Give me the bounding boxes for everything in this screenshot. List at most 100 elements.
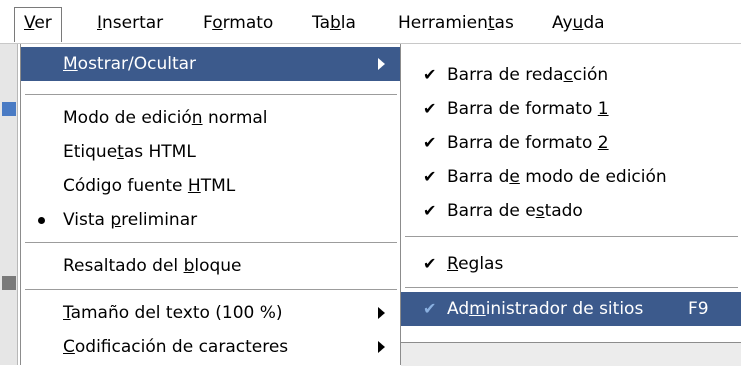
submenu-item-label: Barra de formato 1 xyxy=(447,92,609,126)
label-mnemonic: m xyxy=(469,299,486,319)
menu-ayuda[interactable]: Ayuda xyxy=(543,8,614,38)
label-mnemonic: p xyxy=(110,210,122,230)
check-icon: ✔ xyxy=(423,133,437,152)
menu-item-codificacion-caracteres[interactable]: Codificación de caracteres xyxy=(21,330,401,364)
menu-item-label: Modo de edición normal xyxy=(63,101,268,135)
menu-item-vista-preliminar[interactable]: Vista preliminar xyxy=(21,203,401,237)
label-pre: Barra de reda xyxy=(447,65,564,85)
menu-item-label: Código fuente HTML xyxy=(63,169,235,203)
menu-separator xyxy=(405,236,738,238)
menu-ayuda-post: da xyxy=(583,13,605,33)
label-post: tado xyxy=(544,201,583,221)
label-mnemonic: n xyxy=(191,108,203,128)
submenu-item-barra-formato-1[interactable]: ✔ Barra de formato 1 xyxy=(401,92,741,126)
label-pre: Ad xyxy=(447,299,470,319)
submenu-bottom-edge xyxy=(401,342,741,366)
label-post: ción xyxy=(572,65,609,85)
label-mnemonic: 1 xyxy=(597,99,609,119)
view-menu: Mostrar/Ocultar Modo de edición normal E… xyxy=(20,44,402,365)
label-post: reliminar xyxy=(121,210,198,230)
menu-tabla-mnemonic: b xyxy=(330,13,341,33)
menu-tabla-post: la xyxy=(340,13,356,33)
menu-herramientas-mnemonic: t xyxy=(487,13,495,33)
menu-item-label: Codificación de caracteres xyxy=(63,330,288,364)
shortcut-label: F9 xyxy=(688,299,709,319)
label-mnemonic: s xyxy=(535,201,545,221)
label-mnemonic: H xyxy=(187,176,201,196)
chevron-right-icon xyxy=(378,307,385,319)
label-post: inistrador de sitios xyxy=(485,299,644,319)
label-post: amaño del texto (100 %) xyxy=(70,303,283,323)
menu-item-label: Resaltado del bloque xyxy=(63,249,242,283)
label-mnemonic: t xyxy=(117,142,124,162)
label-post: eglas xyxy=(458,254,504,274)
label-pre: Barra d xyxy=(447,167,510,187)
menu-herramientas[interactable]: Herramientas xyxy=(389,8,523,38)
doc-fragment xyxy=(2,102,16,116)
submenu-item-label: Barra de redacción xyxy=(447,58,608,92)
menu-item-etiquetas-html[interactable]: Etiquetas HTML xyxy=(21,135,401,169)
menu-ver[interactable]: Ver xyxy=(14,7,62,42)
menu-insertar[interactable]: Insertar xyxy=(88,8,172,38)
submenu-item-barra-estado[interactable]: ✔ Barra de estado xyxy=(401,194,741,228)
menu-tabla-pre: Ta xyxy=(312,13,330,33)
label-post: normal xyxy=(202,108,268,128)
menu-item-tamano-texto[interactable]: Tamaño del texto (100 %) xyxy=(21,296,401,330)
menu-herramientas-post: as xyxy=(494,13,514,33)
submenu-item-reglas[interactable]: ✔ Reglas xyxy=(401,247,741,281)
submenu-item-label: Barra de estado xyxy=(447,194,583,228)
submenu-item-barra-formato-2[interactable]: ✔ Barra de formato 2 xyxy=(401,126,741,160)
label-pre: Código fuente xyxy=(63,176,188,196)
menu-item-codigo-fuente-html[interactable]: Código fuente HTML xyxy=(21,169,401,203)
check-icon: ✔ xyxy=(423,254,437,273)
submenu-item-administrador-sitios[interactable]: ✔ Administrador de sitios F9 xyxy=(401,292,741,326)
menu-item-modo-edicion-normal[interactable]: Modo de edición normal xyxy=(21,101,401,135)
label-pre: Modo de edició xyxy=(63,108,192,128)
label-post: as HTML xyxy=(123,142,196,162)
label-mnemonic: 2 xyxy=(597,133,609,153)
check-icon: ✔ xyxy=(423,99,437,118)
menu-item-resaltado-bloque[interactable]: Resaltado del bloque xyxy=(21,249,401,283)
label-pre: Vista xyxy=(63,210,111,230)
menu-formato-mnemonic: o xyxy=(212,13,223,33)
menu-herramientas-pre: Herramien xyxy=(398,13,488,33)
label-pre: Barra de formato xyxy=(447,99,598,119)
label-post: loque xyxy=(194,256,242,276)
chevron-right-icon xyxy=(378,341,385,353)
menu-formato-pre: F xyxy=(203,13,213,33)
label-pre: Etique xyxy=(63,142,118,162)
submenu-item-label: Barra de modo de edición xyxy=(447,160,667,194)
menu-ver-mnemonic: V xyxy=(24,13,35,33)
document-edge xyxy=(0,44,18,365)
label-pre: Barra de formato xyxy=(447,133,598,153)
menu-separator xyxy=(25,242,397,244)
label-pre: Resaltado del xyxy=(63,256,184,276)
doc-fragment xyxy=(2,276,16,290)
submenu-item-label: Reglas xyxy=(447,247,503,281)
menu-tabla[interactable]: Tabla xyxy=(303,8,365,38)
menu-item-label: Etiquetas HTML xyxy=(63,135,196,169)
menu-ver-post: er xyxy=(34,13,52,33)
label-mnemonic: T xyxy=(63,303,71,323)
submenu-item-label: Barra de formato 2 xyxy=(447,126,609,160)
menu-insertar-post: nsertar xyxy=(102,13,164,33)
menu-item-label: Tamaño del texto (100 %) xyxy=(63,296,283,330)
menu-formato[interactable]: Formato xyxy=(194,8,282,38)
menu-item-mostrar-ocultar[interactable]: Mostrar/Ocultar xyxy=(21,47,401,81)
label-mnemonic: c xyxy=(563,65,573,85)
label-pre: Barra de e xyxy=(447,201,536,221)
submenu-item-label: Administrador de sitios xyxy=(447,292,643,326)
label-post: modo de edición xyxy=(519,167,667,187)
chevron-right-icon xyxy=(378,58,385,70)
submenu-item-barra-modo-edicion[interactable]: ✔ Barra de modo de edición xyxy=(401,160,741,194)
check-icon: ✔ xyxy=(423,167,437,186)
menu-item-label: Mostrar/Ocultar xyxy=(63,47,196,81)
label-mnemonic: e xyxy=(509,167,520,187)
label-mnemonic: R xyxy=(447,254,459,274)
menu-item-label: Vista preliminar xyxy=(63,203,197,237)
label-post: odificación de caracteres xyxy=(74,337,289,357)
submenu-item-barra-redaccion[interactable]: ✔ Barra de redacción xyxy=(401,58,741,92)
menu-bar: Ver Insertar Formato Tabla Herramientas … xyxy=(0,0,741,44)
menu-ayuda-pre: Ay xyxy=(552,13,573,33)
menu-separator xyxy=(405,287,738,289)
